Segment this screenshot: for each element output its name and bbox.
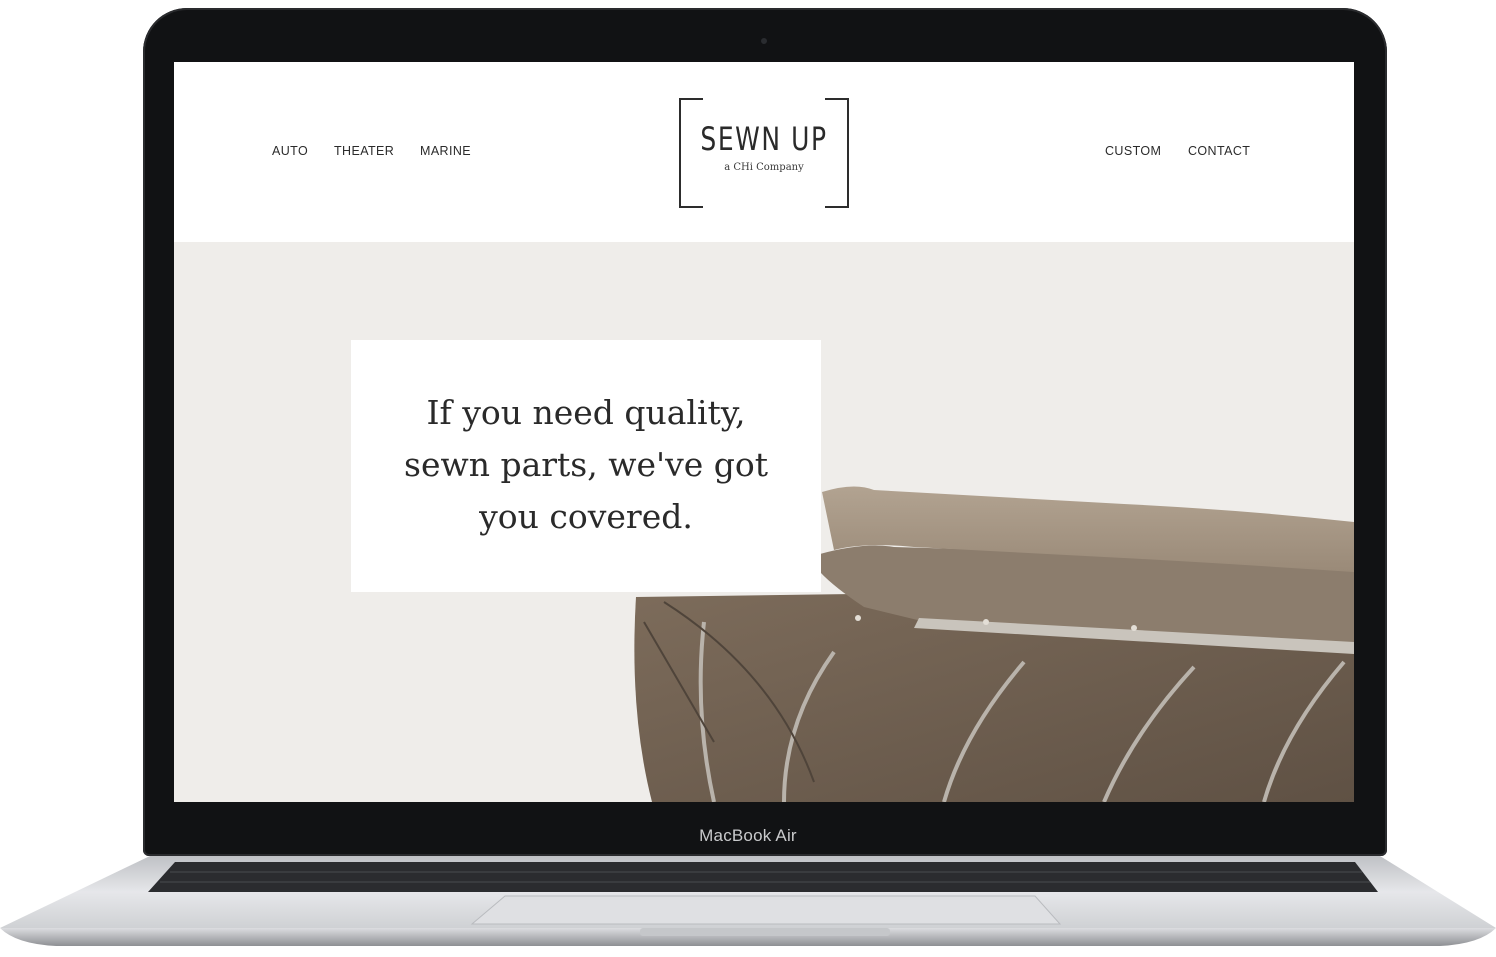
camera-icon (761, 38, 767, 44)
site-header: AUTO THEATER MARINE SEWN UP a CHi Compan… (174, 62, 1354, 242)
nav-link-theater[interactable]: THEATER (334, 144, 394, 158)
nav-link-auto[interactable]: AUTO (272, 144, 308, 158)
hero-card: If you need quality, sewn parts, we've g… (351, 340, 821, 592)
nav-link-marine[interactable]: MARINE (420, 144, 471, 158)
macbook-mockup: MacBook Air AUTO THEATER MARINE SEWN UP … (0, 0, 1496, 957)
hero-section: If you need quality, sewn parts, we've g… (174, 242, 1354, 802)
hero-headline-line: sewn parts, we've got (404, 445, 768, 484)
hero-headline: If you need quality, sewn parts, we've g… (381, 387, 791, 543)
hero-headline-line: you covered. (479, 497, 693, 536)
site-logo[interactable]: SEWN UP a CHi Company (679, 98, 849, 208)
logo-subtitle: a CHi Company (724, 162, 804, 173)
browser-screen: AUTO THEATER MARINE SEWN UP a CHi Compan… (174, 62, 1354, 802)
nav-link-custom[interactable]: CUSTOM (1105, 144, 1161, 158)
device-label: MacBook Air (699, 826, 797, 845)
nav-link-contact[interactable]: CONTACT (1188, 144, 1250, 158)
hero-headline-line: If you need quality, (426, 393, 746, 432)
logo-title: SEWN UP (700, 120, 828, 158)
